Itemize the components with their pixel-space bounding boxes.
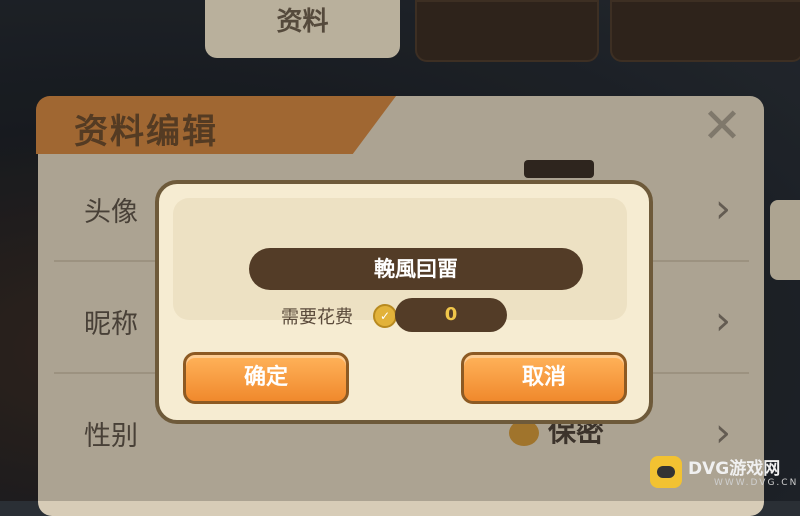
- nickname-field[interactable]: 輓風囙畱: [249, 248, 583, 290]
- rename-dialog: 輓風囙畱 需要花费 ✓ 0 确定 取消: [155, 180, 653, 424]
- coin-icon: ✓: [373, 304, 397, 328]
- cost-value: 0: [395, 298, 507, 332]
- watermark-subtext: WWW.DVG.CN: [714, 478, 799, 488]
- watermark: DVG游戏网 WWW.DVG.CN: [650, 452, 800, 496]
- cancel-button[interactable]: 取消: [461, 352, 627, 404]
- gamepad-logo-icon: [650, 456, 682, 488]
- cost-label: 需要花费: [281, 307, 353, 328]
- confirm-button[interactable]: 确定: [183, 352, 349, 404]
- watermark-text: DVG游戏网: [688, 459, 781, 479]
